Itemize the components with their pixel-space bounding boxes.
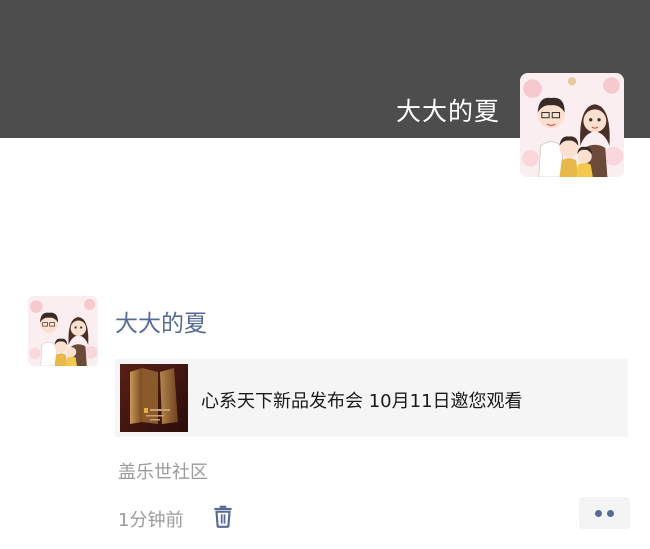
shared-link-card[interactable]: 心系天下新品发布会 10月11日邀您观看 <box>115 359 628 437</box>
post-author-name[interactable]: 大大的夏 <box>115 304 207 338</box>
link-title: 心系天下新品发布会 10月11日邀您观看 <box>201 391 523 412</box>
family-cartoon-avatar-icon <box>28 296 98 366</box>
product-launch-thumbnail <box>120 364 188 432</box>
link-thumbnail <box>120 364 188 432</box>
post-location[interactable]: 盖乐世社区 <box>118 458 208 484</box>
more-dots-icon <box>607 510 614 517</box>
more-actions-button[interactable] <box>579 497 630 529</box>
post-timestamp: 1分钟前 <box>118 510 184 531</box>
more-dots-icon <box>595 510 602 517</box>
family-cartoon-avatar-icon <box>520 73 624 177</box>
cover-user-name[interactable]: 大大的夏 <box>396 92 500 128</box>
cover-avatar[interactable] <box>520 73 624 177</box>
trash-icon <box>214 505 232 528</box>
delete-post-button[interactable] <box>210 503 236 529</box>
post-author-avatar[interactable] <box>28 296 98 366</box>
